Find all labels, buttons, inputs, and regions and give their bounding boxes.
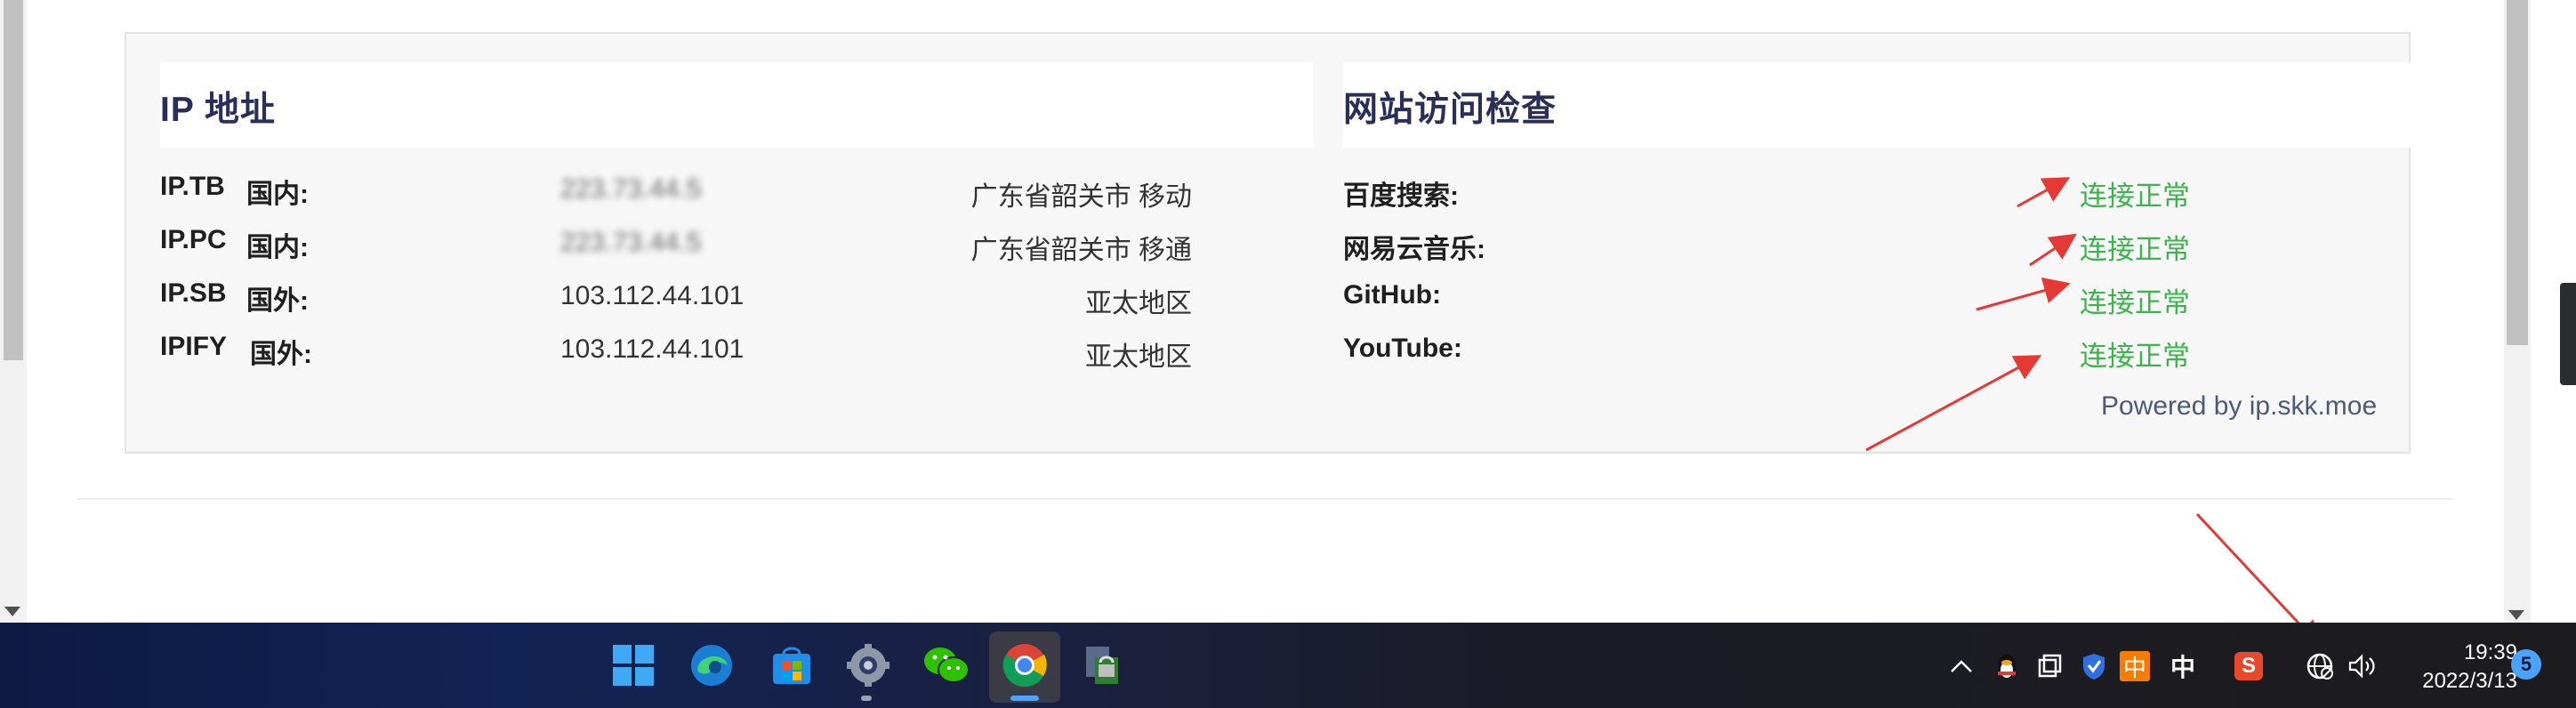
ip-address-value: 223.73.44.5 bbox=[560, 174, 702, 204]
settings-running-indicator bbox=[861, 696, 872, 701]
ip-location: 亚太地区 bbox=[1085, 342, 1192, 372]
connection-status: 连接正常 bbox=[2080, 234, 2190, 265]
ip-region-label: 国外: bbox=[246, 286, 309, 316]
clock[interactable]: 19:39 2022/3/13 bbox=[2384, 639, 2517, 696]
qq-penguin-icon[interactable] bbox=[1989, 647, 2025, 686]
connection-status: 连接正常 bbox=[2080, 341, 2190, 372]
ip-source-label: IPIFY bbox=[160, 332, 228, 361]
site-label: 网易云音乐: bbox=[1343, 235, 1485, 264]
ip-region-label: 国内: bbox=[246, 233, 309, 262]
right-scrollbar-thumb[interactable] bbox=[2507, 0, 2528, 345]
notification-count-badge[interactable]: 5 bbox=[2511, 649, 2541, 680]
windows-start-icon[interactable] bbox=[607, 639, 660, 692]
show-hidden-icons-chevron-up-icon[interactable] bbox=[1946, 647, 1976, 686]
side-panel-handle[interactable] bbox=[2560, 283, 2576, 385]
connection-status: 连接正常 bbox=[2080, 181, 2190, 212]
ip-section-header bbox=[160, 62, 1313, 148]
ip-section-title: IP 地址 bbox=[160, 91, 276, 129]
ip-location: 广东省韶关市 移通 bbox=[970, 236, 1192, 265]
file-lock-tool-icon[interactable] bbox=[1076, 639, 1130, 692]
task-view-icon[interactable] bbox=[2032, 647, 2067, 686]
network-globe-icon[interactable] bbox=[2302, 647, 2338, 686]
right-scroll-down-arrow-icon[interactable] bbox=[2508, 610, 2524, 620]
ip-address-value: 223.73.44.5 bbox=[560, 228, 702, 257]
sogou-input-icon[interactable]: S bbox=[2231, 647, 2266, 686]
left-scroll-down-arrow-icon[interactable] bbox=[4, 607, 20, 616]
microsoft-store-icon[interactable] bbox=[765, 639, 818, 692]
powered-by-link[interactable]: Powered by ip.skk.moe bbox=[2101, 391, 2377, 422]
ip-location: 亚太地区 bbox=[1085, 289, 1192, 318]
ip-source-label: IP.TB bbox=[160, 172, 225, 201]
chrome-browser-icon[interactable] bbox=[998, 639, 1051, 692]
access-section-title: 网站访问检查 bbox=[1343, 91, 1558, 129]
connection-status: 连接正常 bbox=[2080, 287, 2190, 318]
security-shield-icon[interactable] bbox=[2076, 647, 2112, 686]
site-label: GitHub: bbox=[1343, 280, 1441, 310]
chrome-active-indicator bbox=[1010, 696, 1039, 701]
ip-address-value: 103.112.44.101 bbox=[560, 334, 745, 364]
clock-date: 2022/3/13 bbox=[2422, 669, 2517, 693]
ip-location: 广东省韶关市 移动 bbox=[970, 182, 1192, 212]
wechat-icon[interactable] bbox=[920, 639, 973, 692]
ip-source-label: IP.SB bbox=[160, 278, 227, 308]
edge-browser-icon[interactable] bbox=[685, 639, 738, 692]
ime-badge-label: 中 bbox=[2120, 651, 2150, 681]
site-label: 百度搜索: bbox=[1343, 181, 1459, 211]
ime-chinese-indicator-icon[interactable]: 中 bbox=[2117, 647, 2153, 686]
site-label: YouTube: bbox=[1343, 334, 1462, 363]
ip-region-label: 国外: bbox=[250, 340, 312, 369]
settings-gear-icon[interactable] bbox=[841, 639, 895, 692]
left-scrollbar-thumb[interactable] bbox=[4, 0, 23, 360]
clock-time: 19:39 bbox=[2463, 640, 2517, 664]
ime-mode-label[interactable]: 中 bbox=[2165, 647, 2201, 686]
ip-source-label: IP.PC bbox=[160, 225, 227, 254]
sogou-label: S bbox=[2234, 652, 2263, 680]
volume-speaker-icon[interactable] bbox=[2345, 647, 2380, 686]
ip-region-label: 国内: bbox=[246, 180, 309, 209]
ip-address-value: 103.112.44.101 bbox=[560, 281, 745, 310]
